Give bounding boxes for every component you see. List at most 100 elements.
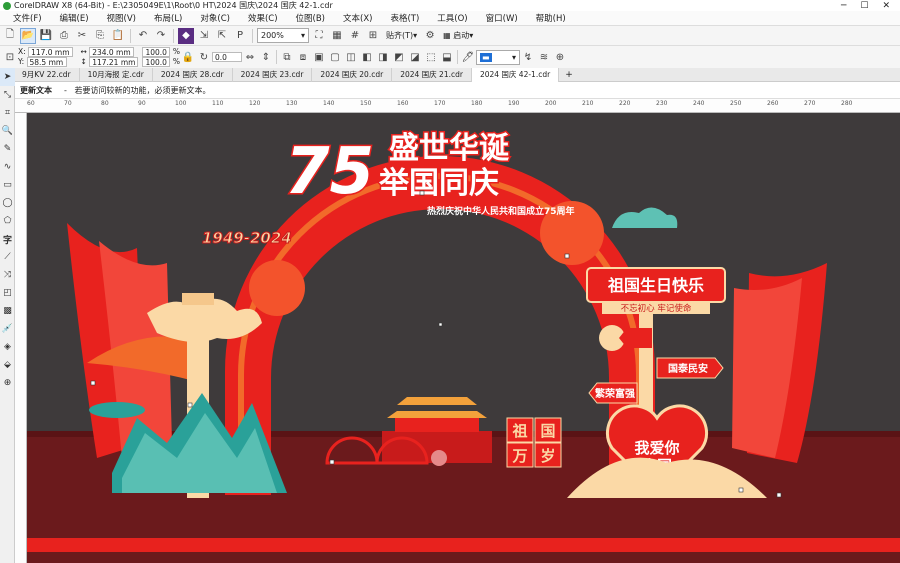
print-icon[interactable]: ⎙ <box>56 28 72 44</box>
grid-icon[interactable]: # <box>347 28 363 44</box>
angle-field[interactable]: 0.0 <box>211 52 242 62</box>
ruler-tick-label: 240 <box>693 100 705 107</box>
redo-icon[interactable]: ↷ <box>153 28 169 44</box>
search-content-icon[interactable]: ◆ <box>178 27 194 44</box>
object-origin-icon[interactable]: ⊡ <box>2 49 18 65</box>
drop-shadow-icon[interactable]: ◰ <box>0 284 15 302</box>
artwork: 祖 国 万 岁 祖国生日快乐 不忘初心 牢记使命 国泰民安 繁荣富强 我爱你 中… <box>27 130 900 563</box>
intersect-icon[interactable]: ◨ <box>375 49 391 65</box>
launch-select[interactable]: ▦ 启动 ▾ <box>440 28 476 43</box>
open-icon[interactable]: 📂 <box>20 27 36 44</box>
menu-item-3[interactable]: 布局(L) <box>147 12 193 24</box>
menu-item-9[interactable]: 工具(O) <box>430 12 478 24</box>
break-apart-icon[interactable]: ⧈ <box>295 49 311 65</box>
document-tab-2[interactable]: 2024 国庆 28.cdr <box>153 67 233 82</box>
cut-icon[interactable]: ✂ <box>74 28 90 44</box>
group-icon[interactable]: ▣ <box>311 49 327 65</box>
boundary-icon[interactable]: ⬓ <box>439 49 455 65</box>
update-text-bar: 更新文本 - 若要访问较新的功能，必须更新文本。 <box>0 82 900 99</box>
full-screen-icon[interactable]: ⛶ <box>311 28 327 44</box>
menu-item-7[interactable]: 文本(X) <box>336 12 383 24</box>
shape-tool-icon[interactable]: ⤡ <box>0 86 15 104</box>
ungroup-icon[interactable]: ▢ <box>327 49 343 65</box>
menu-item-1[interactable]: 编辑(E) <box>53 12 100 24</box>
menu-item-6[interactable]: 位图(B) <box>289 12 336 24</box>
document-tab-5[interactable]: 2024 国庆 21.cdr <box>392 67 472 82</box>
guidelines-icon[interactable]: ⊞ <box>365 28 381 44</box>
menu-item-0[interactable]: 文件(F) <box>6 12 53 24</box>
minimize-icon[interactable]: ─ <box>841 1 846 11</box>
text-tool-icon[interactable]: 字 <box>0 230 15 248</box>
parallel-dimension-icon[interactable]: ⟋ <box>0 248 15 266</box>
outline-width-select[interactable]: ▬ ▾ <box>475 49 520 65</box>
menu-item-2[interactable]: 视图(V) <box>100 12 147 24</box>
combine-icon[interactable]: ⧉ <box>279 49 295 65</box>
x-position-field[interactable]: 117.0 mm <box>28 47 73 57</box>
update-text-message: 若要访问较新的功能，必须更新文本。 <box>74 85 211 95</box>
new-document-icon[interactable]: 🗋 <box>2 28 18 44</box>
menu-item-4[interactable]: 对象(C) <box>193 12 241 24</box>
ruler-tick-label: 120 <box>249 100 261 107</box>
zoom-select[interactable]: 200% ▾ <box>257 28 309 43</box>
eyedropper-icon[interactable]: 💉 <box>0 320 15 338</box>
document-tab-4[interactable]: 2024 国庆 20.cdr <box>312 67 393 82</box>
freehand-tool-icon[interactable]: ✎ <box>0 140 15 158</box>
ellipse-tool-icon[interactable]: ◯ <box>0 194 15 212</box>
transparency-icon[interactable]: ▩ <box>0 302 15 320</box>
trim-icon[interactable]: ◧ <box>359 49 375 65</box>
copy-icon[interactable]: ⎘ <box>92 28 108 44</box>
drawing-canvas[interactable]: 祖 国 万 岁 祖国生日快乐 不忘初心 牢记使命 国泰民安 繁荣富强 我爱你 中… <box>27 113 900 563</box>
menu-item-10[interactable]: 窗口(W) <box>479 12 529 24</box>
polygon-tool-icon[interactable]: ⬠ <box>0 212 15 230</box>
pdf-icon[interactable]: P <box>232 28 248 44</box>
front-minus-back-icon[interactable]: ◪ <box>407 49 423 65</box>
maximize-icon[interactable]: ☐ <box>860 1 868 11</box>
quick-customize-icon[interactable]: ⊕ <box>552 49 568 65</box>
outline-pen-icon[interactable]: 🖊 <box>460 49 476 65</box>
back-minus-front-icon[interactable]: ⬚ <box>423 49 439 65</box>
convert-to-curves-icon[interactable]: ↯ <box>520 49 536 65</box>
rulers-icon[interactable]: ▦ <box>329 28 345 44</box>
close-icon[interactable]: ✕ <box>882 1 890 11</box>
years-label: 1949-2024 <box>202 229 292 247</box>
ruler-tick-label: 140 <box>323 100 335 107</box>
simplify-icon[interactable]: ◩ <box>391 49 407 65</box>
rotate-icon[interactable]: ↻ <box>196 49 212 65</box>
lock-ratio-icon[interactable]: 🔒 <box>180 49 196 65</box>
document-tab-3[interactable]: 2024 国庆 23.cdr <box>233 67 313 82</box>
scale-x-field[interactable]: 100.0 <box>142 47 171 57</box>
scale-y-field[interactable]: 100.0 <box>142 57 171 67</box>
y-position-field[interactable]: 58.5 mm <box>26 57 67 67</box>
artistic-media-icon[interactable]: ∿ <box>0 158 15 176</box>
document-tab-6[interactable]: 2024 国庆 42-1.cdr <box>471 67 560 82</box>
menu-item-11[interactable]: 帮助(H) <box>529 12 577 24</box>
options-gear-icon[interactable]: ⚙ <box>422 28 438 44</box>
import-icon[interactable]: ⇲ <box>196 28 212 44</box>
height-field[interactable]: 117.21 mm <box>89 57 139 67</box>
mirror-h-icon[interactable]: ⇔ <box>242 49 258 65</box>
connector-tool-icon[interactable]: ⤨ <box>0 266 15 284</box>
width-field[interactable]: 234.0 mm <box>89 47 134 57</box>
new-tab-button[interactable]: + <box>559 70 579 80</box>
arrow-sign-2-text: 繁荣富强 <box>594 387 635 400</box>
export-icon[interactable]: ⇱ <box>214 28 230 44</box>
paste-icon[interactable]: 📋 <box>110 28 126 44</box>
weld-icon[interactable]: ◫ <box>343 49 359 65</box>
smart-fill-icon[interactable]: ⬙ <box>0 356 15 374</box>
crop-tool-icon[interactable]: ⌗ <box>0 104 15 122</box>
interactive-fill-icon[interactable]: ◈ <box>0 338 15 356</box>
title-line-2: 举国同庆 <box>378 166 499 201</box>
save-icon[interactable]: 💾 <box>38 28 54 44</box>
zoom-tool-icon[interactable]: 🔍 <box>0 122 15 140</box>
menu-item-8[interactable]: 表格(T) <box>383 12 430 24</box>
rectangle-tool-icon[interactable]: ▭ <box>0 176 15 194</box>
undo-icon[interactable]: ↶ <box>135 28 151 44</box>
mirror-v-icon[interactable]: ⇕ <box>258 49 274 65</box>
document-tab-1[interactable]: 10月海报 定.cdr <box>80 67 153 82</box>
document-tab-0[interactable]: 9月KV 22.cdr <box>14 67 80 82</box>
wrap-text-icon[interactable]: ≋ <box>536 49 552 65</box>
pick-tool-icon[interactable]: ➤ <box>0 68 15 86</box>
menu-item-5[interactable]: 效果(C) <box>241 12 289 24</box>
snap-to-select[interactable]: 贴齐(T) ▾ <box>383 28 420 43</box>
add-tool-icon[interactable]: ⊕ <box>0 374 15 392</box>
